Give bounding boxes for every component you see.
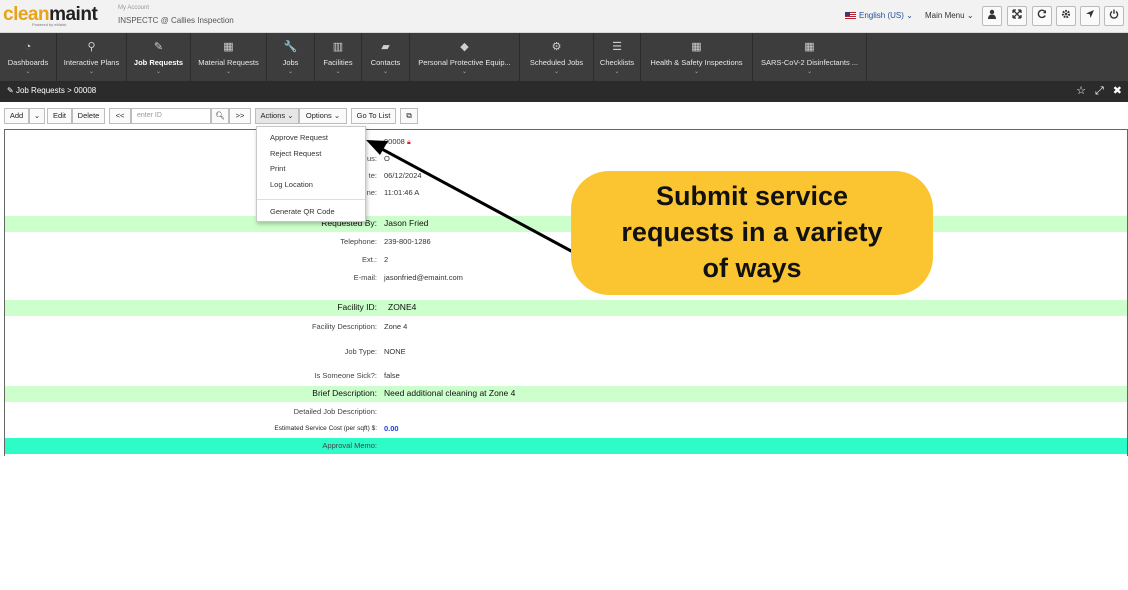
callout-line-1: Submit service [655, 181, 849, 211]
callout-bubble: Submit service requests in a variety of … [571, 171, 933, 295]
callout-line-3: of ways [702, 253, 802, 283]
callout-line-2: requests in a variety [621, 217, 883, 247]
callout-arrow-icon [366, 140, 574, 254]
